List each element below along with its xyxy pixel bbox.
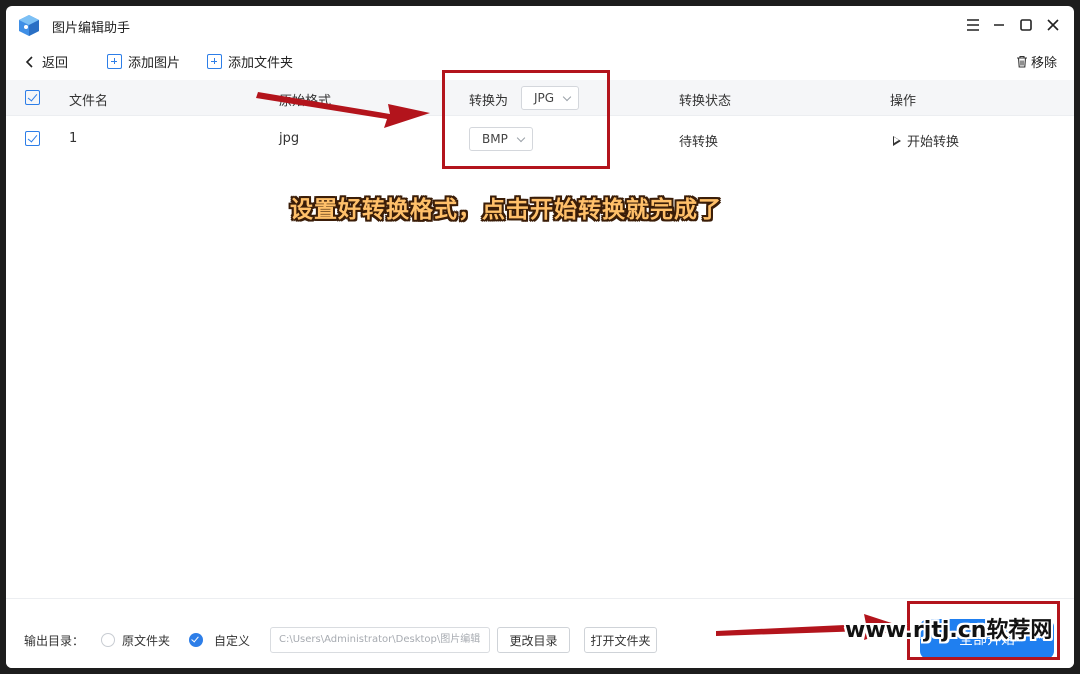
start-convert-button[interactable]: 开始转换	[893, 131, 959, 150]
add-image-button[interactable]: 添加图片	[107, 52, 180, 71]
app-title: 图片编辑助手	[52, 21, 131, 36]
header-status: 转换状态	[679, 94, 732, 109]
remove-label: 移除	[1031, 56, 1058, 71]
option-original-label: 原文件夹	[122, 634, 171, 648]
add-folder-label: 添加文件夹	[228, 56, 294, 71]
back-button[interactable]: 返回	[24, 52, 68, 71]
header-original-format: 原始格式	[279, 94, 332, 109]
back-label: 返回	[42, 56, 69, 71]
add-folder-button[interactable]: 添加文件夹	[207, 52, 293, 71]
minimize-icon[interactable]	[988, 14, 1010, 36]
remove-button[interactable]: 移除	[1016, 52, 1057, 71]
app-logo-icon	[19, 15, 39, 36]
row-original-format: jpg	[279, 131, 300, 146]
add-folder-icon	[207, 54, 222, 69]
row-filename: 1	[69, 131, 78, 146]
menu-icon[interactable]	[962, 14, 984, 36]
play-icon	[893, 135, 901, 146]
row-checkbox[interactable]	[25, 131, 40, 146]
option-custom-label: 自定义	[214, 634, 251, 648]
add-image-icon	[107, 54, 122, 69]
trash-icon	[1017, 55, 1027, 68]
output-dir-label: 输出目录：	[24, 634, 85, 648]
title-bar: 图片编辑助手	[6, 6, 1074, 44]
start-convert-label: 开始转换	[907, 135, 960, 150]
change-dir-button[interactable]: 更改目录	[497, 627, 570, 653]
annotation-caption: 设置好转换格式，点击开始转换就完成了	[290, 197, 722, 223]
select-all-checkbox[interactable]	[25, 90, 40, 105]
header-filename: 文件名	[69, 94, 109, 109]
radio-custom-folder[interactable]	[189, 633, 203, 647]
row-status: 待转换	[679, 135, 719, 150]
output-path-input[interactable]: C:\Users\Administrator\Desktop\图片编辑	[270, 627, 490, 653]
open-folder-button[interactable]: 打开文件夹	[584, 627, 657, 653]
close-icon[interactable]	[1042, 14, 1064, 36]
add-image-label: 添加图片	[128, 56, 181, 71]
highlight-box-format	[442, 70, 610, 169]
radio-original-folder[interactable]	[101, 633, 115, 647]
site-watermark: www.rjtj.cn软荐网	[845, 618, 1053, 643]
header-action: 操作	[890, 94, 917, 109]
chevron-left-icon	[25, 55, 33, 68]
maximize-icon[interactable]	[1015, 14, 1037, 36]
